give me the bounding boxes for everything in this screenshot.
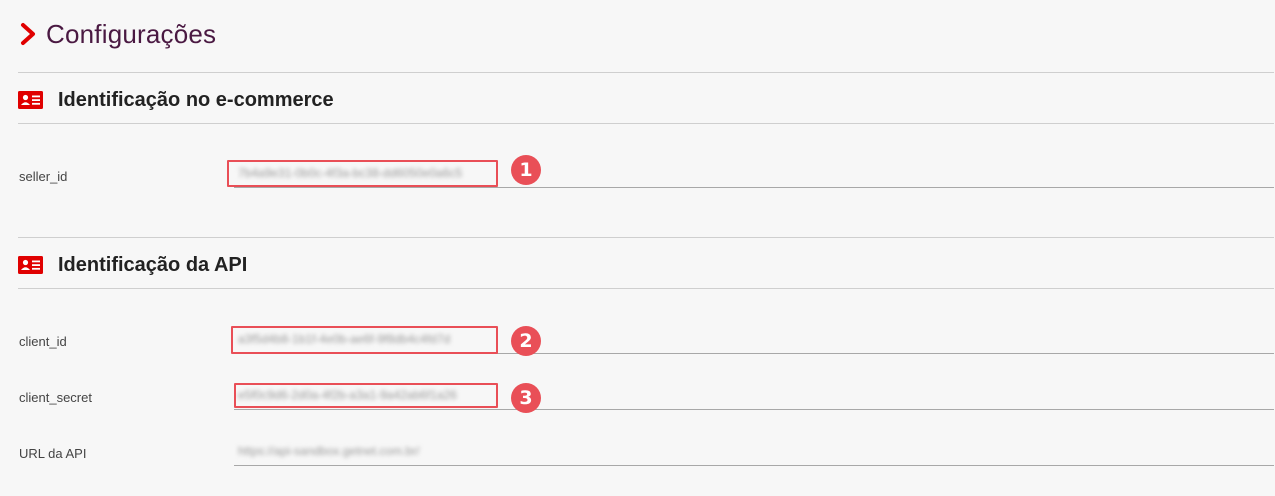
id-card-icon: [18, 256, 43, 274]
marker-badge: 3: [511, 383, 541, 413]
page-title: Configurações: [46, 18, 217, 49]
client-secret-input[interactable]: e5f0c9d6-2d0a-4f2b-a3a1-9a42ab6f1a26: [234, 388, 1274, 410]
section-header-api: Identificação da API: [18, 253, 247, 277]
section-header-ecommerce: Identificação no e-commerce: [18, 88, 334, 112]
marker-badge: 2: [511, 326, 541, 356]
client-secret-label: client_secret: [19, 390, 92, 405]
header-divider: [18, 72, 1274, 73]
section-title: Identificação da API: [58, 253, 248, 276]
seller-id-label: seller_id: [19, 169, 68, 184]
seller-id-input[interactable]: 7b4a9e31-0b0c-4f3a-bc38-dd6050e0a6c5: [234, 166, 1274, 188]
api-url-value: https://api-sandbox.getnet.com.br/: [238, 444, 420, 458]
section-divider: [18, 237, 1274, 238]
section-divider: [18, 123, 1274, 124]
client-secret-value: e5f0c9d6-2d0a-4f2b-a3a1-9a42ab6f1a26: [238, 388, 457, 402]
api-url-input[interactable]: https://api-sandbox.getnet.com.br/: [234, 444, 1274, 466]
page-header: Configurações: [18, 16, 216, 52]
marker-badge: 1: [511, 155, 541, 185]
section-divider: [18, 288, 1274, 289]
id-card-icon: [18, 91, 43, 109]
section-title: Identificação no e-commerce: [58, 88, 334, 111]
chevron-right-icon: [21, 23, 35, 45]
api-url-label: URL da API: [19, 446, 87, 461]
seller-id-value: 7b4a9e31-0b0c-4f3a-bc38-dd6050e0a6c5: [238, 166, 463, 180]
client-id-input[interactable]: a3f5d4b8-1b1f-4e0b-ae6f-9f8db4c4fd7d: [234, 332, 1274, 354]
client-id-value: a3f5d4b8-1b1f-4e0b-ae6f-9f8db4c4fd7d: [238, 332, 451, 346]
client-id-label: client_id: [19, 334, 67, 349]
